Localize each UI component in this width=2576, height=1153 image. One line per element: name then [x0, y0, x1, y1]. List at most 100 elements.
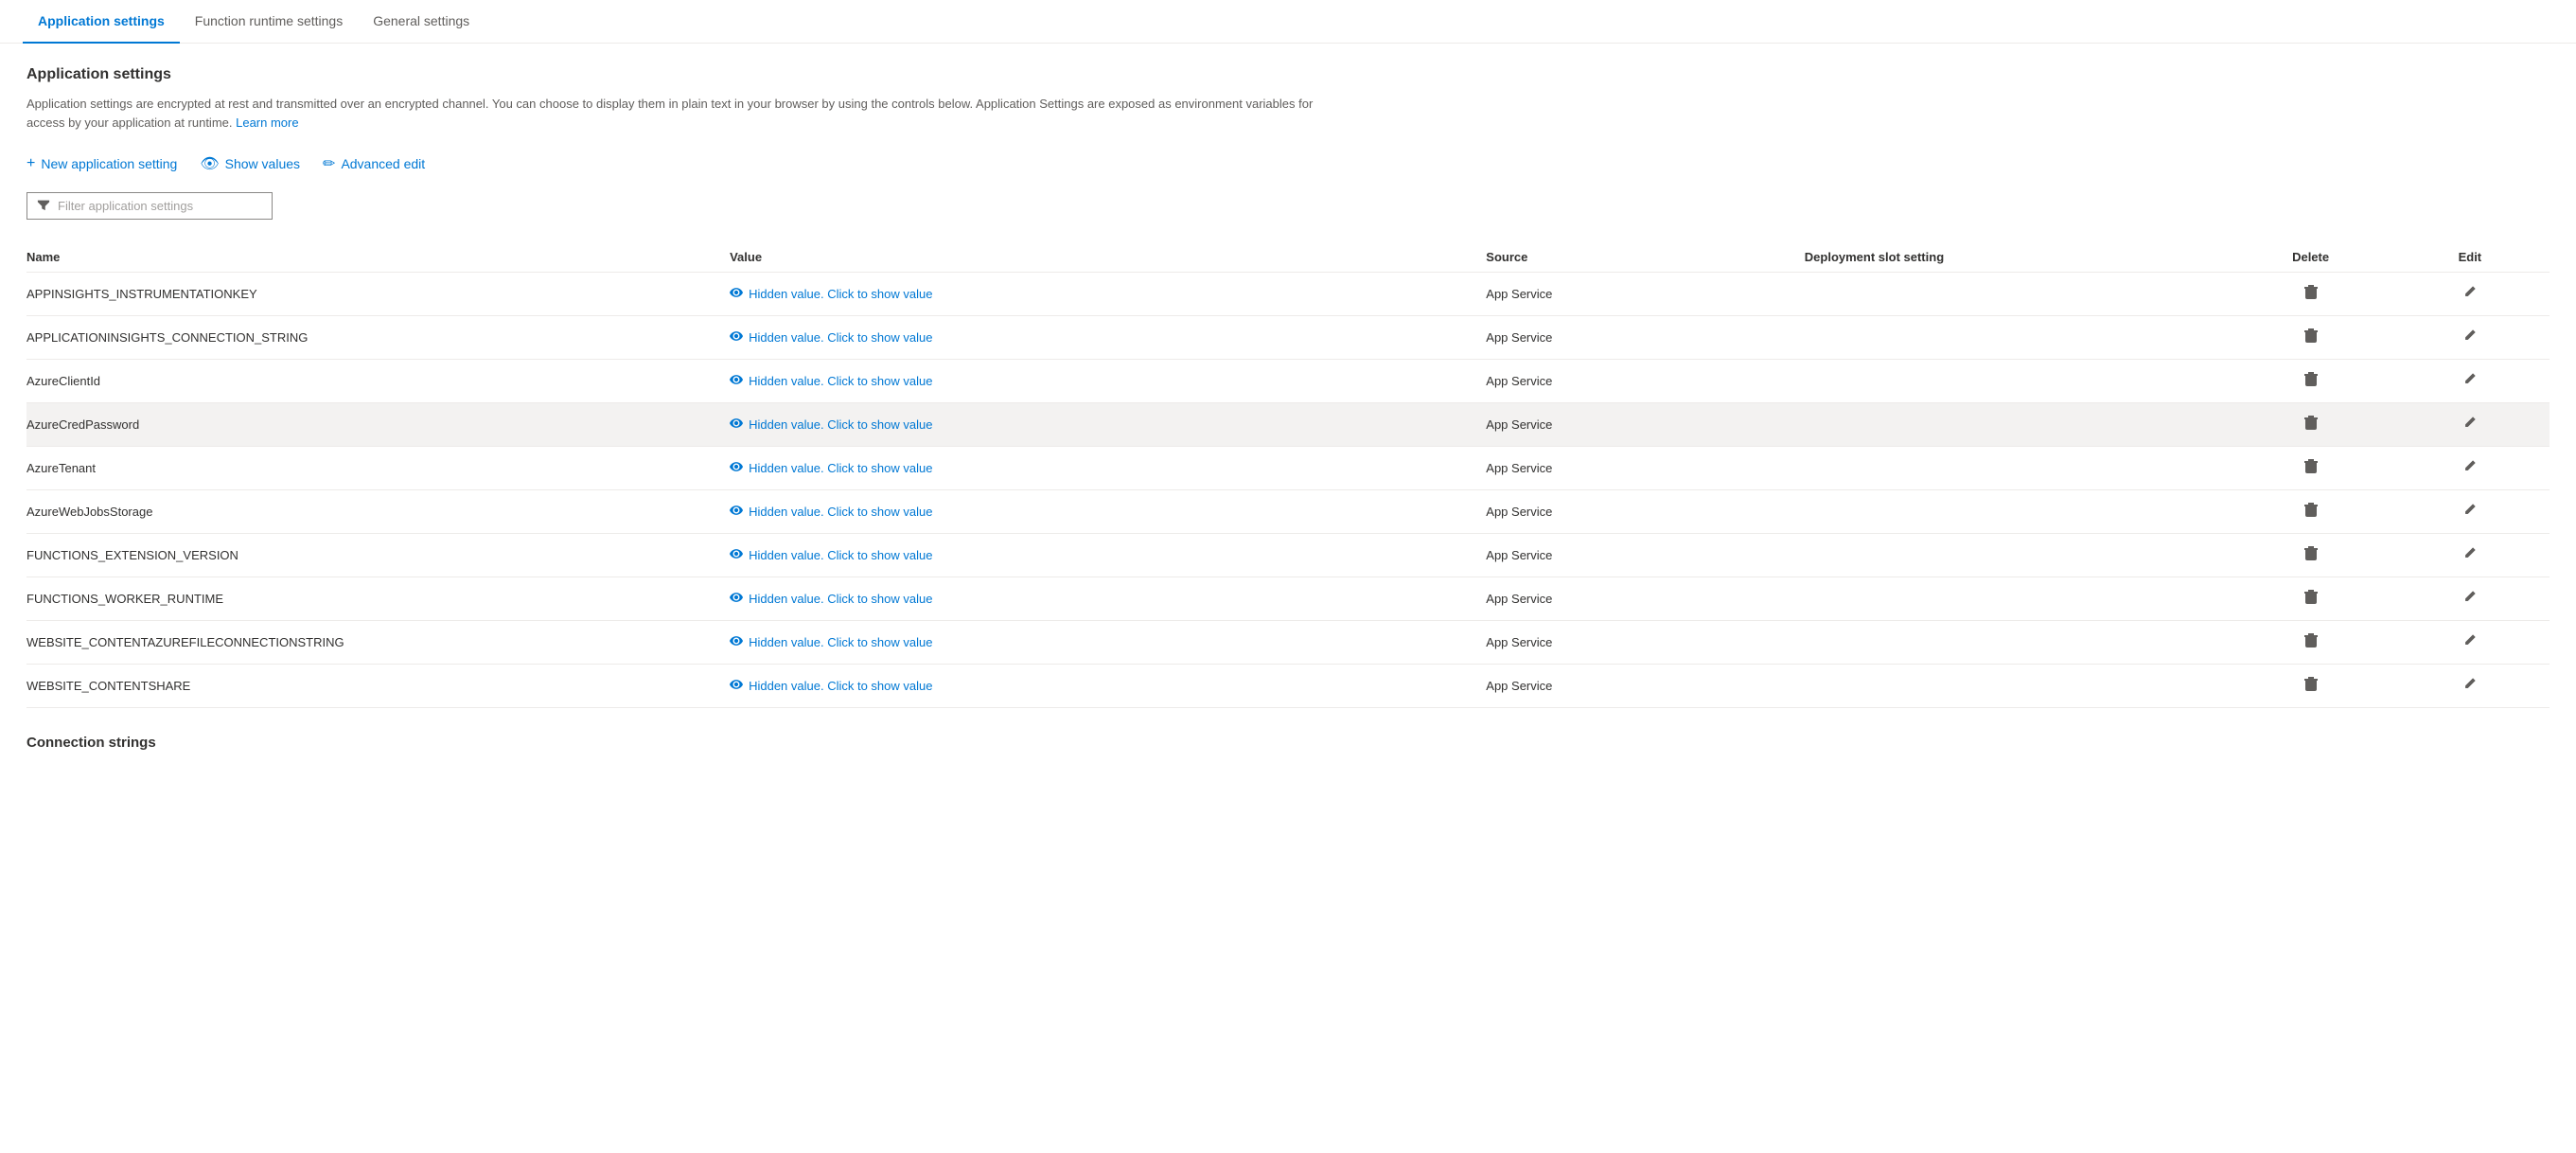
show-value-link[interactable]: Hidden value. Click to show value — [730, 417, 1463, 433]
table-row: APPINSIGHTS_INSTRUMENTATIONKEYHidden val… — [26, 273, 2550, 316]
col-header-value: Value — [718, 242, 1474, 273]
delete-button[interactable] — [2301, 369, 2321, 393]
setting-slot — [1793, 273, 2232, 316]
edit-cell — [2391, 360, 2550, 403]
table-row: FUNCTIONS_WORKER_RUNTIME Hidden value. Cl… — [26, 577, 2550, 621]
table-row: FUNCTIONS_EXTENSION_VERSIONHidden value.… — [26, 534, 2550, 577]
setting-slot — [1793, 490, 2232, 534]
setting-slot — [1793, 316, 2232, 360]
edit-button[interactable] — [2460, 457, 2480, 479]
delete-button[interactable] — [2301, 326, 2321, 349]
hidden-value-text: Hidden value. Click to show value — [749, 461, 932, 475]
setting-value[interactable]: Hidden value. Click to show value — [718, 621, 1474, 665]
edit-cell — [2391, 621, 2550, 665]
show-value-link[interactable]: Hidden value. Click to show value — [730, 504, 1463, 520]
setting-source: App Service — [1474, 360, 1793, 403]
edit-button[interactable] — [2460, 283, 2480, 305]
setting-source: App Service — [1474, 403, 1793, 447]
show-value-link[interactable]: Hidden value. Click to show value — [730, 460, 1463, 476]
setting-name: APPLICATIONINSIGHTS_CONNECTION_STRING — [26, 316, 718, 360]
delete-button[interactable] — [2301, 587, 2321, 611]
page-heading: Application settings — [26, 66, 2550, 83]
show-value-link[interactable]: Hidden value. Click to show value — [730, 286, 1463, 302]
setting-value[interactable]: Hidden value. Click to show value — [718, 403, 1474, 447]
filter-box — [26, 192, 273, 220]
advanced-edit-button[interactable]: ✏ Advanced edit — [323, 151, 425, 177]
new-application-setting-button[interactable]: + New application setting — [26, 151, 177, 176]
setting-name: AzureWebJobsStorage — [26, 490, 718, 534]
eye-icon — [730, 373, 743, 389]
col-header-name: Name — [26, 242, 718, 273]
delete-button[interactable] — [2301, 674, 2321, 698]
setting-name: FUNCTIONS_WORKER_RUNTIME — [26, 577, 718, 621]
tab-function-runtime-settings[interactable]: Function runtime settings — [180, 0, 358, 44]
setting-name: WEBSITE_CONTENTAZUREFILECONNECTIONSTRING — [26, 621, 718, 665]
setting-value[interactable]: Hidden value. Click to show value — [718, 447, 1474, 490]
setting-value[interactable]: Hidden value. Click to show value — [718, 273, 1474, 316]
edit-button[interactable] — [2460, 588, 2480, 610]
setting-value[interactable]: Hidden value. Click to show value — [718, 316, 1474, 360]
setting-value[interactable]: Hidden value. Click to show value — [718, 665, 1474, 708]
eye-icon — [730, 678, 743, 694]
delete-cell — [2231, 360, 2390, 403]
setting-source: App Service — [1474, 273, 1793, 316]
delete-cell — [2231, 490, 2390, 534]
header-row: Name Value Source Deployment slot settin… — [26, 242, 2550, 273]
show-value-link[interactable]: Hidden value. Click to show value — [730, 373, 1463, 389]
setting-value[interactable]: Hidden value. Click to show value — [718, 490, 1474, 534]
setting-name: AzureClientId — [26, 360, 718, 403]
delete-cell — [2231, 621, 2390, 665]
show-value-link[interactable]: Hidden value. Click to show value — [730, 591, 1463, 607]
edit-button[interactable] — [2460, 544, 2480, 566]
show-value-link[interactable]: Hidden value. Click to show value — [730, 547, 1463, 563]
show-value-link[interactable]: Hidden value. Click to show value — [730, 329, 1463, 346]
delete-cell — [2231, 403, 2390, 447]
edit-button[interactable] — [2460, 501, 2480, 523]
hidden-value-text: Hidden value. Click to show value — [749, 679, 932, 693]
show-value-link[interactable]: Hidden value. Click to show value — [730, 678, 1463, 694]
edit-button[interactable] — [2460, 414, 2480, 435]
filter-input[interactable] — [58, 199, 262, 213]
tab-bar: Application settingsFunction runtime set… — [0, 0, 2576, 44]
setting-slot — [1793, 403, 2232, 447]
delete-button[interactable] — [2301, 282, 2321, 306]
delete-button[interactable] — [2301, 500, 2321, 523]
edit-cell — [2391, 447, 2550, 490]
show-values-button[interactable]: 👁 Show values — [200, 151, 300, 177]
setting-value[interactable]: Hidden value. Click to show value — [718, 534, 1474, 577]
tab-general-settings[interactable]: General settings — [358, 0, 485, 44]
hidden-value-text: Hidden value. Click to show value — [749, 374, 932, 388]
eye-icon — [730, 591, 743, 607]
filter-icon — [37, 198, 50, 214]
table-body: APPINSIGHTS_INSTRUMENTATIONKEYHidden val… — [26, 273, 2550, 708]
tab-application-settings[interactable]: Application settings — [23, 0, 180, 44]
delete-button[interactable] — [2301, 456, 2321, 480]
table-row: WEBSITE_CONTENTSHARE Hidden value. Click … — [26, 665, 2550, 708]
edit-cell — [2391, 316, 2550, 360]
table-row: AzureWebJobsStorage Hidden value. Click t… — [26, 490, 2550, 534]
edit-button[interactable] — [2460, 631, 2480, 653]
setting-name: WEBSITE_CONTENTSHARE — [26, 665, 718, 708]
setting-name: AzureCredPassword — [26, 403, 718, 447]
delete-button[interactable] — [2301, 543, 2321, 567]
hidden-value-text: Hidden value. Click to show value — [749, 417, 932, 432]
setting-source: App Service — [1474, 665, 1793, 708]
edit-cell — [2391, 403, 2550, 447]
edit-button[interactable] — [2460, 675, 2480, 697]
setting-slot — [1793, 534, 2232, 577]
eye-icon: 👁 — [200, 154, 219, 173]
setting-value[interactable]: Hidden value. Click to show value — [718, 577, 1474, 621]
eye-icon — [730, 547, 743, 563]
setting-slot — [1793, 621, 2232, 665]
delete-button[interactable] — [2301, 630, 2321, 654]
setting-value[interactable]: Hidden value. Click to show value — [718, 360, 1474, 403]
table-row: AzureTenant Hidden value. Click to show v… — [26, 447, 2550, 490]
edit-button[interactable] — [2460, 370, 2480, 392]
learn-more-link[interactable]: Learn more — [236, 115, 298, 130]
edit-button[interactable] — [2460, 327, 2480, 348]
delete-button[interactable] — [2301, 413, 2321, 436]
edit-cell — [2391, 665, 2550, 708]
setting-slot — [1793, 360, 2232, 403]
show-value-link[interactable]: Hidden value. Click to show value — [730, 634, 1463, 650]
setting-name: AzureTenant — [26, 447, 718, 490]
